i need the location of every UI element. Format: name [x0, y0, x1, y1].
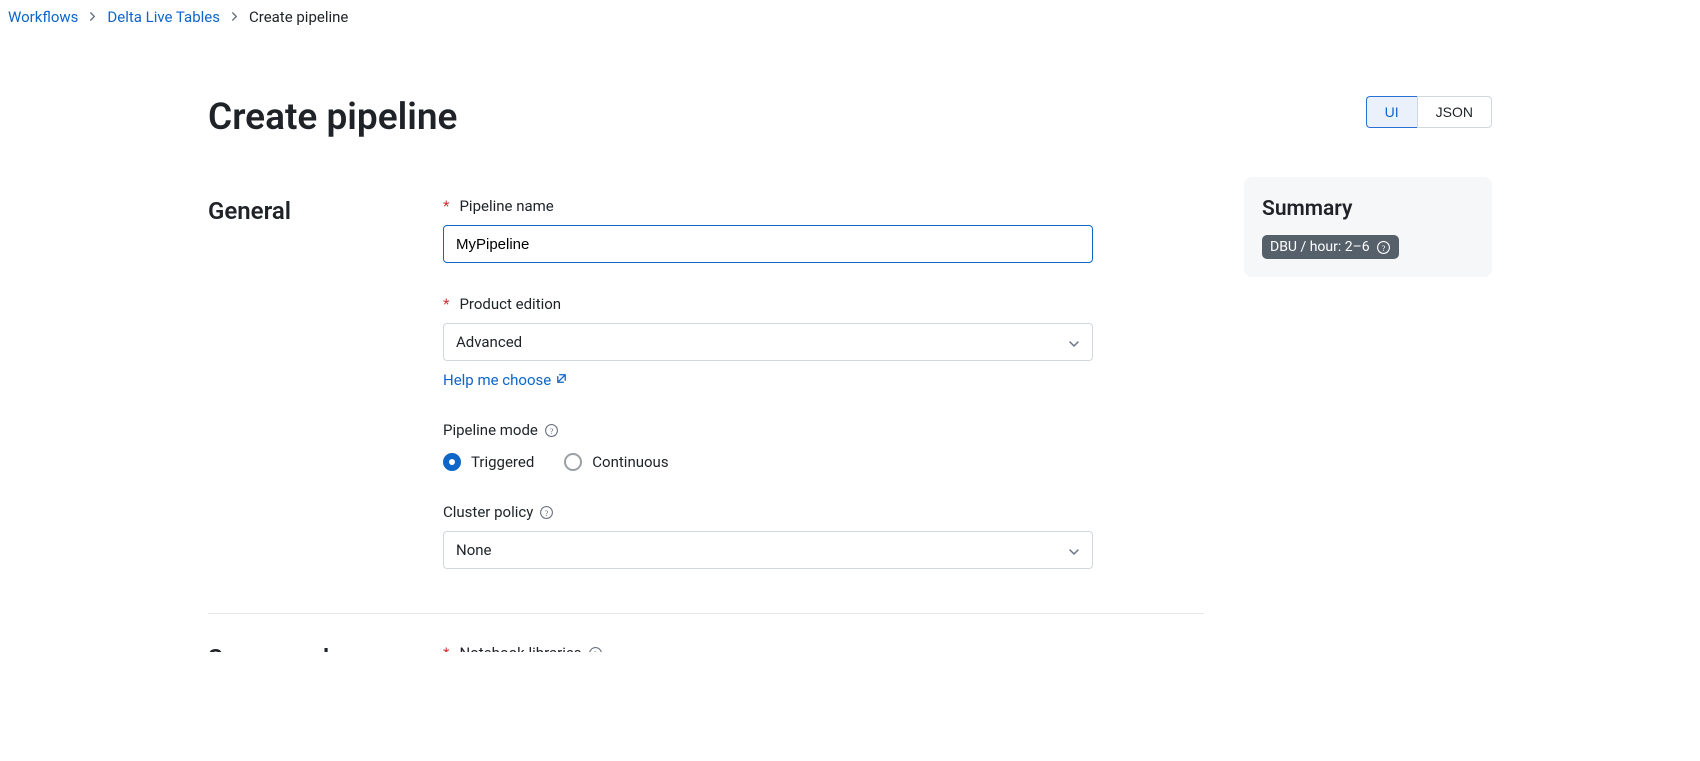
section-source-code: Source code *Notebook libraries ?: [208, 614, 1204, 696]
chevron-right-icon: [88, 10, 97, 24]
svg-text:?: ?: [1381, 242, 1385, 252]
view-toggle-json[interactable]: JSON: [1417, 96, 1492, 128]
breadcrumb-current: Create pipeline: [249, 8, 348, 26]
mode-triggered-label: Triggered: [471, 453, 534, 471]
chevron-right-icon: [230, 10, 239, 24]
breadcrumb: Workflows Delta Live Tables Create pipel…: [0, 0, 1700, 26]
section-title-general: General: [208, 197, 383, 569]
product-edition-value: Advanced: [456, 333, 522, 351]
pipeline-name-label: *Pipeline name: [443, 197, 1093, 215]
info-icon[interactable]: ?: [1376, 240, 1391, 255]
summary-title: Summary: [1262, 197, 1474, 221]
mode-continuous-label: Continuous: [592, 453, 668, 471]
page-title: Create pipeline: [208, 96, 457, 139]
breadcrumb-link-workflows[interactable]: Workflows: [8, 8, 78, 26]
external-link-icon: [555, 371, 568, 389]
notebook-libraries-label: *Notebook libraries ?: [443, 644, 1093, 652]
product-edition-label: *Product edition: [443, 295, 1093, 313]
info-icon[interactable]: ?: [588, 646, 603, 653]
pipeline-mode-label: Pipeline mode ?: [443, 421, 1093, 439]
chevron-down-icon: [1068, 336, 1080, 348]
cluster-policy-value: None: [456, 541, 492, 559]
summary-panel: Summary DBU / hour: 2–6 ?: [1244, 177, 1492, 277]
svg-text:?: ?: [550, 425, 554, 435]
view-toggle: UI JSON: [1366, 96, 1492, 128]
product-edition-select[interactable]: Advanced: [443, 323, 1093, 361]
cluster-policy-select[interactable]: None: [443, 531, 1093, 569]
cluster-policy-label: Cluster policy ?: [443, 503, 1093, 521]
help-me-choose-link[interactable]: Help me choose: [443, 371, 568, 389]
info-icon[interactable]: ?: [544, 423, 559, 438]
section-general: General *Pipeline name *Product edition: [208, 177, 1204, 614]
chevron-down-icon: [1068, 544, 1080, 556]
mode-triggered-radio[interactable]: Triggered: [443, 453, 534, 471]
view-toggle-ui[interactable]: UI: [1366, 96, 1417, 128]
breadcrumb-link-dlt[interactable]: Delta Live Tables: [107, 8, 220, 26]
section-title-source-code: Source code: [208, 644, 383, 652]
svg-text:?: ?: [545, 507, 549, 517]
svg-text:?: ?: [593, 648, 597, 652]
info-icon[interactable]: ?: [539, 505, 554, 520]
mode-continuous-radio[interactable]: Continuous: [564, 453, 668, 471]
dbu-hour-badge: DBU / hour: 2–6 ?: [1262, 235, 1399, 259]
pipeline-name-input[interactable]: [443, 225, 1093, 263]
